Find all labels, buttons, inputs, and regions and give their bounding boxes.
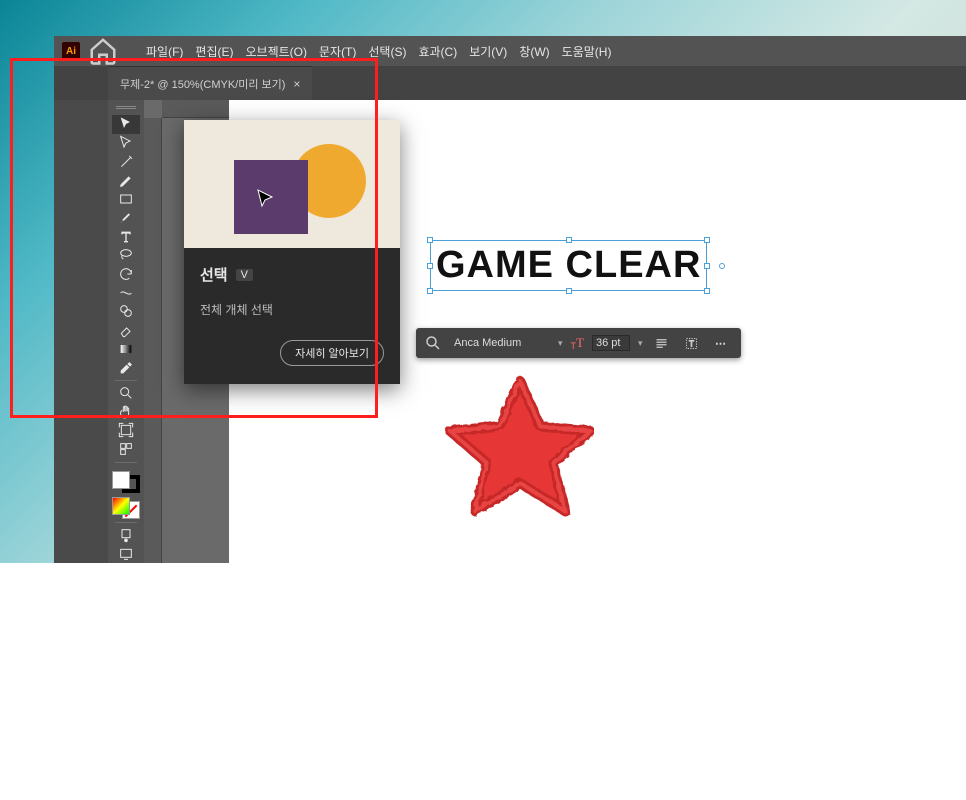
app-title-bar: Ai 파일(F) 편집(E) 오브젝트(O) 문자(T) 선택(S) 효과(C)…: [54, 36, 966, 66]
cursor-icon: [256, 188, 276, 210]
contextual-type-toolbar: Anca Medium ▾ TT 36 pt ▾ T ⋯: [416, 328, 741, 358]
tool-panel: [108, 100, 144, 563]
selection-handle[interactable]: [704, 263, 710, 269]
document-tab-bar: 무제-2* @ 150%(CMYK/미리 보기) ×: [54, 66, 966, 100]
screen-mode[interactable]: [112, 544, 140, 563]
menu-view[interactable]: 보기(V): [469, 43, 507, 60]
eyedropper-tool[interactable]: [112, 358, 140, 377]
tooltip-preview: [184, 120, 400, 248]
fill-swatch[interactable]: [112, 471, 130, 489]
text-object-selected[interactable]: GAME CLEAR: [430, 240, 707, 291]
document-tab-label: 무제-2* @ 150%(CMYK/미리 보기): [120, 76, 285, 92]
home-icon[interactable]: [88, 36, 118, 66]
selection-tool[interactable]: [112, 115, 140, 134]
color-swatch[interactable]: [112, 471, 140, 493]
direct-selection-tool[interactable]: [112, 134, 140, 153]
menu-window[interactable]: 창(W): [519, 43, 549, 60]
font-family-field[interactable]: Anca Medium: [450, 335, 550, 351]
menu-edit[interactable]: 편집(E): [195, 43, 233, 60]
color-mode-swatch[interactable]: [112, 497, 140, 519]
gradient-tool[interactable]: [112, 340, 140, 359]
menu-bar: 파일(F) 편집(E) 오브젝트(O) 문자(T) 선택(S) 효과(C) 보기…: [118, 36, 611, 66]
illustrator-window: Ai 파일(F) 편집(E) 오브젝트(O) 문자(T) 선택(S) 효과(C)…: [54, 36, 966, 563]
hand-tool[interactable]: [112, 402, 140, 421]
chevron-down-icon[interactable]: ▾: [558, 338, 563, 349]
artboard-tool[interactable]: [112, 421, 140, 440]
selection-handle[interactable]: [427, 288, 433, 294]
tooltip-subtitle: 전체 개체 선택: [200, 301, 384, 318]
draw-mode[interactable]: [112, 526, 140, 545]
selection-handle[interactable]: [566, 288, 572, 294]
area-type-icon[interactable]: T: [681, 332, 703, 354]
tab-close-icon[interactable]: ×: [293, 77, 300, 91]
tooltip-shortcut: V: [236, 269, 253, 281]
learn-more-button[interactable]: 자세히 알아보기: [280, 340, 384, 366]
paintbrush-tool[interactable]: [112, 209, 140, 228]
panel-grip-icon[interactable]: [116, 106, 136, 109]
font-size-field[interactable]: 36 pt: [592, 335, 630, 351]
selection-handle[interactable]: [427, 237, 433, 243]
tool-separator: [115, 380, 137, 381]
width-tool[interactable]: [112, 283, 140, 302]
font-size-icon: TT: [571, 335, 584, 351]
chevron-down-icon[interactable]: ▾: [638, 338, 643, 349]
star-artwork[interactable]: [444, 370, 594, 520]
selection-handle[interactable]: [704, 237, 710, 243]
selection-handle[interactable]: [704, 288, 710, 294]
gradient-swatch[interactable]: [112, 497, 130, 515]
zoom-tool[interactable]: [112, 384, 140, 403]
search-icon[interactable]: [424, 334, 442, 352]
tooltip-body: 선택 V 전체 개체 선택 자세히 알아보기: [184, 248, 400, 384]
tool-separator: [115, 462, 137, 463]
paragraph-align-icon[interactable]: [651, 332, 673, 354]
workspace: GAME CLEAR Anca Medium: [108, 100, 966, 563]
rectangle-tool[interactable]: [112, 190, 140, 209]
app-logo-icon: Ai: [62, 42, 80, 60]
selection-handle[interactable]: [427, 263, 433, 269]
shape-builder-tool[interactable]: [112, 302, 140, 321]
rotate-tool[interactable]: [112, 265, 140, 284]
tooltip-title: 선택: [200, 264, 228, 285]
magic-wand-tool[interactable]: [112, 153, 140, 172]
eraser-tool[interactable]: [112, 321, 140, 340]
menu-select[interactable]: 선택(S): [368, 43, 406, 60]
ruler-vertical: [144, 118, 162, 563]
menu-file[interactable]: 파일(F): [146, 43, 183, 60]
selection-handle[interactable]: [566, 237, 572, 243]
menu-effect[interactable]: 효과(C): [418, 43, 457, 60]
menu-help[interactable]: 도움말(H): [562, 43, 612, 60]
menu-type[interactable]: 문자(T): [319, 43, 356, 60]
more-options-icon[interactable]: ⋯: [711, 332, 733, 354]
document-tab[interactable]: 무제-2* @ 150%(CMYK/미리 보기) ×: [108, 66, 312, 100]
tool-separator: [115, 522, 137, 523]
lasso-tool[interactable]: [112, 246, 140, 265]
tool-tooltip-popup: 선택 V 전체 개체 선택 자세히 알아보기: [184, 120, 400, 384]
slice-tool[interactable]: [112, 440, 140, 459]
svg-text:T: T: [689, 339, 694, 348]
canvas-area[interactable]: GAME CLEAR Anca Medium: [144, 100, 966, 563]
selection-bounding-box: [430, 240, 707, 291]
pen-tool[interactable]: [112, 171, 140, 190]
menu-object[interactable]: 오브젝트(O): [245, 43, 307, 60]
type-tool[interactable]: [112, 227, 140, 246]
